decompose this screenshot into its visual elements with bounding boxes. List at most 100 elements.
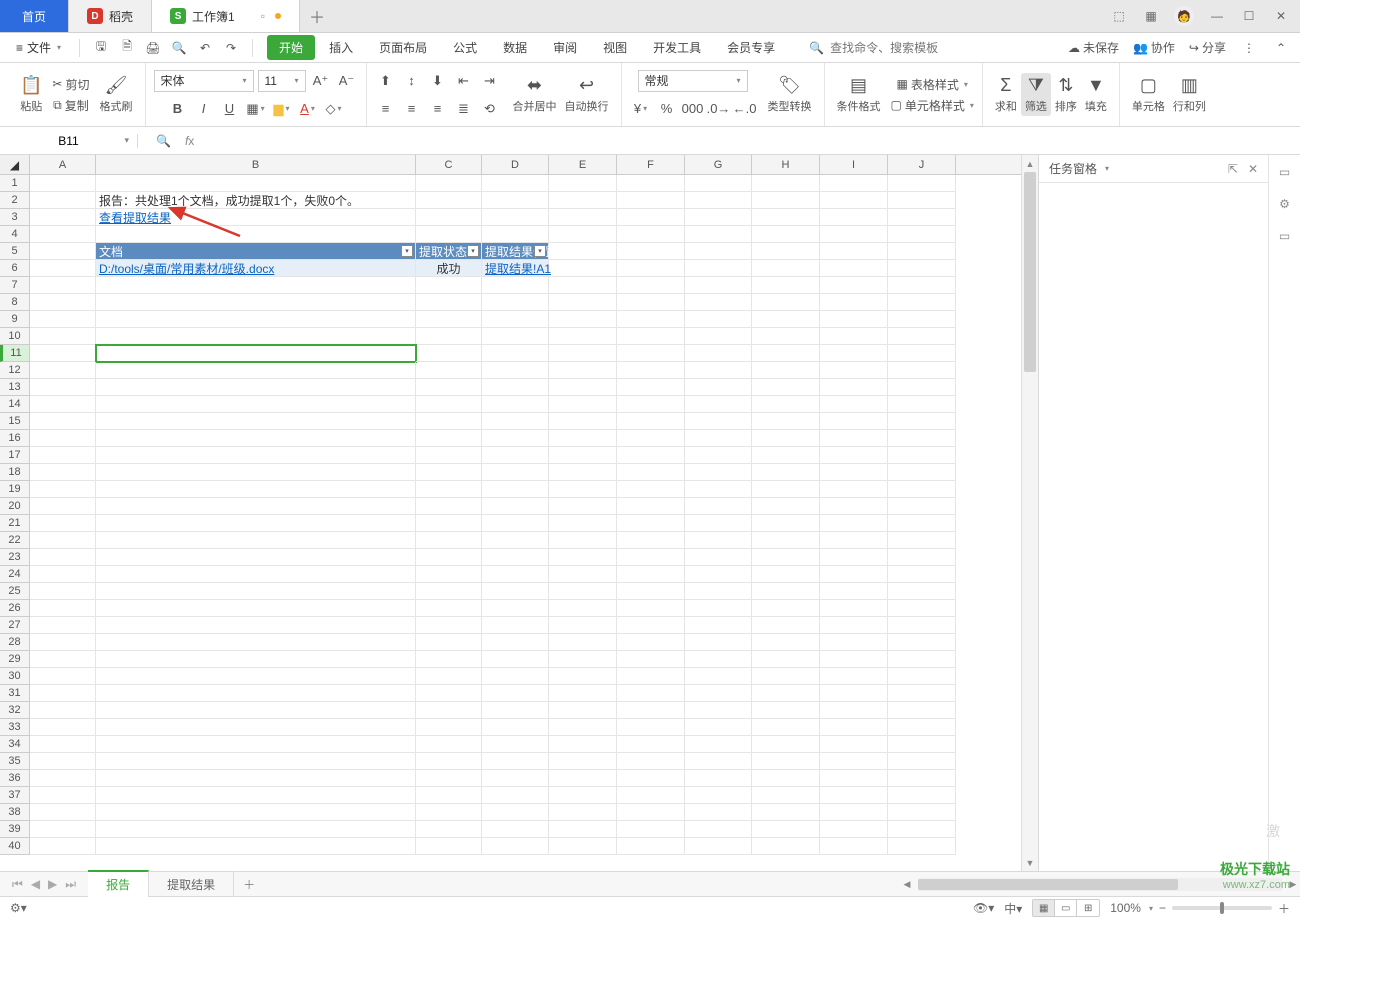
cell[interactable] <box>888 821 956 838</box>
status-settings-icon[interactable]: ⚙▾ <box>10 901 27 915</box>
cell[interactable] <box>416 277 482 294</box>
cell[interactable] <box>685 447 752 464</box>
ribbon-tab-review[interactable]: 审阅 <box>541 35 589 60</box>
cell[interactable] <box>888 175 956 192</box>
cell[interactable] <box>96 804 416 821</box>
cell[interactable] <box>96 719 416 736</box>
zoom-in-icon[interactable]: ＋ <box>1278 900 1290 917</box>
sheet-nav-first-icon[interactable]: ⏮ <box>12 877 23 892</box>
col-header[interactable]: J <box>888 155 956 174</box>
cell[interactable] <box>96 226 416 243</box>
cell[interactable] <box>820 379 888 396</box>
row-header[interactable]: 39 <box>0 821 30 838</box>
cell[interactable] <box>820 668 888 685</box>
row-header[interactable]: 34 <box>0 736 30 753</box>
cell[interactable] <box>30 685 96 702</box>
cell[interactable] <box>549 243 617 260</box>
cell[interactable] <box>416 328 482 345</box>
scroll-up-icon[interactable]: ▲ <box>1022 155 1038 172</box>
cell[interactable] <box>482 583 549 600</box>
sidebar-settings-icon[interactable]: ⚙ <box>1279 197 1290 211</box>
cell[interactable] <box>820 362 888 379</box>
cell[interactable] <box>820 311 888 328</box>
cell[interactable] <box>888 753 956 770</box>
cell[interactable] <box>482 804 549 821</box>
cell[interactable] <box>96 345 416 362</box>
row-header[interactable]: 12 <box>0 362 30 379</box>
row-header[interactable]: 26 <box>0 600 30 617</box>
percent-icon[interactable]: % <box>656 98 678 120</box>
cell[interactable]: 文档▾ <box>96 243 416 260</box>
col-header[interactable]: B <box>96 155 416 174</box>
fill-color-button[interactable]: ▆▾ <box>271 98 293 120</box>
row-header[interactable]: 29 <box>0 651 30 668</box>
cell[interactable] <box>30 379 96 396</box>
ribbon-tab-pagelayout[interactable]: 页面布局 <box>367 35 439 60</box>
cell[interactable] <box>752 753 820 770</box>
ribbon-tab-data[interactable]: 数据 <box>491 35 539 60</box>
cell[interactable] <box>416 702 482 719</box>
cell[interactable] <box>416 838 482 855</box>
cell[interactable] <box>752 549 820 566</box>
cell[interactable] <box>752 345 820 362</box>
cell[interactable] <box>820 685 888 702</box>
row-header[interactable]: 7 <box>0 277 30 294</box>
cell[interactable] <box>617 532 685 549</box>
cell[interactable] <box>416 668 482 685</box>
indent-dec-icon[interactable]: ⇤ <box>453 70 475 92</box>
row-header[interactable]: 24 <box>0 566 30 583</box>
cell[interactable] <box>30 294 96 311</box>
cell[interactable] <box>820 532 888 549</box>
cell[interactable] <box>617 294 685 311</box>
row-header[interactable]: 16 <box>0 430 30 447</box>
cell[interactable] <box>482 668 549 685</box>
cell[interactable] <box>549 600 617 617</box>
cell[interactable] <box>820 396 888 413</box>
align-center-icon[interactable]: ≡ <box>401 98 423 120</box>
cell[interactable] <box>549 430 617 447</box>
cell[interactable] <box>416 549 482 566</box>
cell[interactable] <box>30 243 96 260</box>
cell[interactable] <box>888 209 956 226</box>
cell[interactable] <box>752 498 820 515</box>
more-menu-icon[interactable]: ⋮ <box>1240 39 1258 57</box>
cell[interactable] <box>752 294 820 311</box>
cell[interactable] <box>617 345 685 362</box>
hyperlink[interactable]: 提取结果!A1 <box>485 260 551 277</box>
cell[interactable] <box>820 838 888 855</box>
cell[interactable] <box>30 566 96 583</box>
cell[interactable] <box>30 430 96 447</box>
cell[interactable] <box>549 328 617 345</box>
cell[interactable] <box>752 447 820 464</box>
cell[interactable] <box>30 311 96 328</box>
hscroll-thumb[interactable] <box>918 879 1178 890</box>
qat-print-icon[interactable]: 🖨 <box>144 39 162 57</box>
row-header[interactable]: 15 <box>0 413 30 430</box>
cell[interactable] <box>617 566 685 583</box>
cell[interactable] <box>30 175 96 192</box>
cell[interactable] <box>416 719 482 736</box>
cell[interactable] <box>482 226 549 243</box>
align-middle-icon[interactable]: ↕ <box>401 70 423 92</box>
cell[interactable] <box>820 243 888 260</box>
cell[interactable] <box>482 396 549 413</box>
cell[interactable] <box>96 685 416 702</box>
row-header[interactable]: 5 <box>0 243 30 260</box>
vertical-scrollbar[interactable]: ▲ ▼ <box>1021 155 1038 871</box>
cell[interactable] <box>752 702 820 719</box>
cell[interactable] <box>752 379 820 396</box>
cell[interactable] <box>820 600 888 617</box>
fx-icon[interactable]: fx <box>185 134 194 148</box>
cell[interactable] <box>96 787 416 804</box>
col-header[interactable]: A <box>30 155 96 174</box>
cell[interactable] <box>482 736 549 753</box>
cell[interactable] <box>820 464 888 481</box>
scroll-left-icon[interactable]: ◀ <box>900 876 914 893</box>
sheet-nav-next-icon[interactable]: ▶ <box>48 877 57 891</box>
cell[interactable] <box>549 447 617 464</box>
row-header[interactable]: 22 <box>0 532 30 549</box>
align-bottom-icon[interactable]: ⬇ <box>427 70 449 92</box>
cell[interactable] <box>549 532 617 549</box>
cell[interactable] <box>549 192 617 209</box>
cell[interactable] <box>549 311 617 328</box>
